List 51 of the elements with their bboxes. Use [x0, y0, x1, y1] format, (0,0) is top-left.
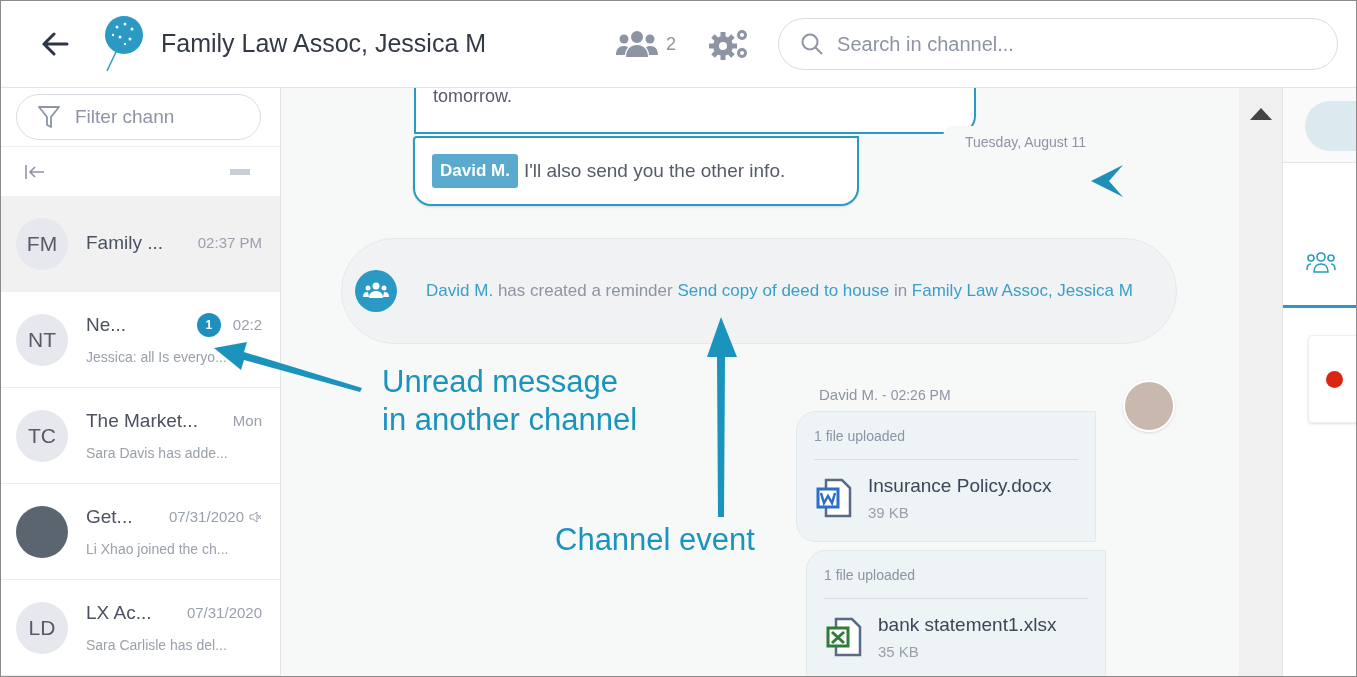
upload-label: 1 file uploaded [824, 564, 1088, 599]
channel-item[interactable]: FM Family ... 02:37 PM [1, 196, 280, 292]
avatar-initials: NT [16, 313, 68, 366]
channel-name: The Market... [86, 408, 198, 433]
callout-text: Unread message in another channel [382, 363, 639, 439]
channel-title: Family Law Assoc, Jessica M [161, 28, 487, 60]
filter-icon [38, 105, 60, 130]
channel-time: 07/31/2020 [186, 602, 262, 623]
people-icon [1305, 250, 1336, 273]
group-icon [355, 270, 397, 312]
avatar-initials: LD [16, 601, 68, 654]
file-name[interactable]: bank statement1.xlsx [878, 610, 1057, 639]
event-text: David M. has created a reminder Send copy of deed to house in Family Law Assoc, Jessica M [425, 280, 1134, 302]
avatar-initials: TC [16, 409, 68, 462]
file-size: 35 KB [878, 642, 920, 662]
channel-time: 07/31/2020 [168, 506, 244, 527]
scroll-up-icon[interactable] [1249, 108, 1272, 120]
channel-preview: Sara Carlisle has del... [86, 636, 228, 656]
channel-name: Get... [86, 504, 133, 529]
back-arrow-icon [41, 32, 69, 56]
message-text: I'll also send you the other info. [523, 158, 786, 183]
filter-field[interactable]: Filter chann [16, 94, 261, 141]
avatar-photo-placeholder [16, 505, 68, 558]
avatar-initials: FM [16, 217, 68, 270]
message-text: tomorrow. [433, 88, 513, 108]
file-name[interactable]: Insurance Policy.docx [868, 471, 1052, 500]
channel-name: LX Ac... [86, 600, 152, 625]
message-time: - 02:26 PM [881, 386, 951, 405]
channel-time: Mon [232, 410, 262, 431]
file-size: 39 KB [868, 503, 910, 523]
channel-time: 02:2 [232, 314, 262, 335]
collapse-icon[interactable] [25, 164, 45, 179]
word-document-icon [814, 477, 854, 519]
sender-name: David M. [819, 385, 879, 405]
spreadsheet-icon [824, 616, 864, 658]
people-icon [616, 30, 659, 58]
channel-preview: Jessica: all Is everyo... [86, 348, 228, 368]
unread-badge: 1 [196, 313, 221, 337]
scrollbar[interactable] [1239, 88, 1283, 676]
channel-preview: Li Xhao joined the ch... [86, 540, 230, 560]
minimize-icon[interactable] [230, 168, 250, 175]
channel-preview: Sara Davis has adde... [86, 444, 229, 464]
callout-text: Channel event [555, 521, 755, 559]
channel-time: 02:37 PM [197, 233, 262, 254]
upload-label: 1 file uploaded [814, 425, 1078, 460]
channel-name: Ne... [86, 312, 127, 337]
avatar-photo-placeholder [1123, 380, 1175, 432]
channel-name: Family ... [86, 231, 164, 256]
author-tag: David M. [432, 154, 518, 188]
search-field[interactable]: Search in channel... [778, 18, 1339, 70]
search-icon [800, 32, 825, 56]
